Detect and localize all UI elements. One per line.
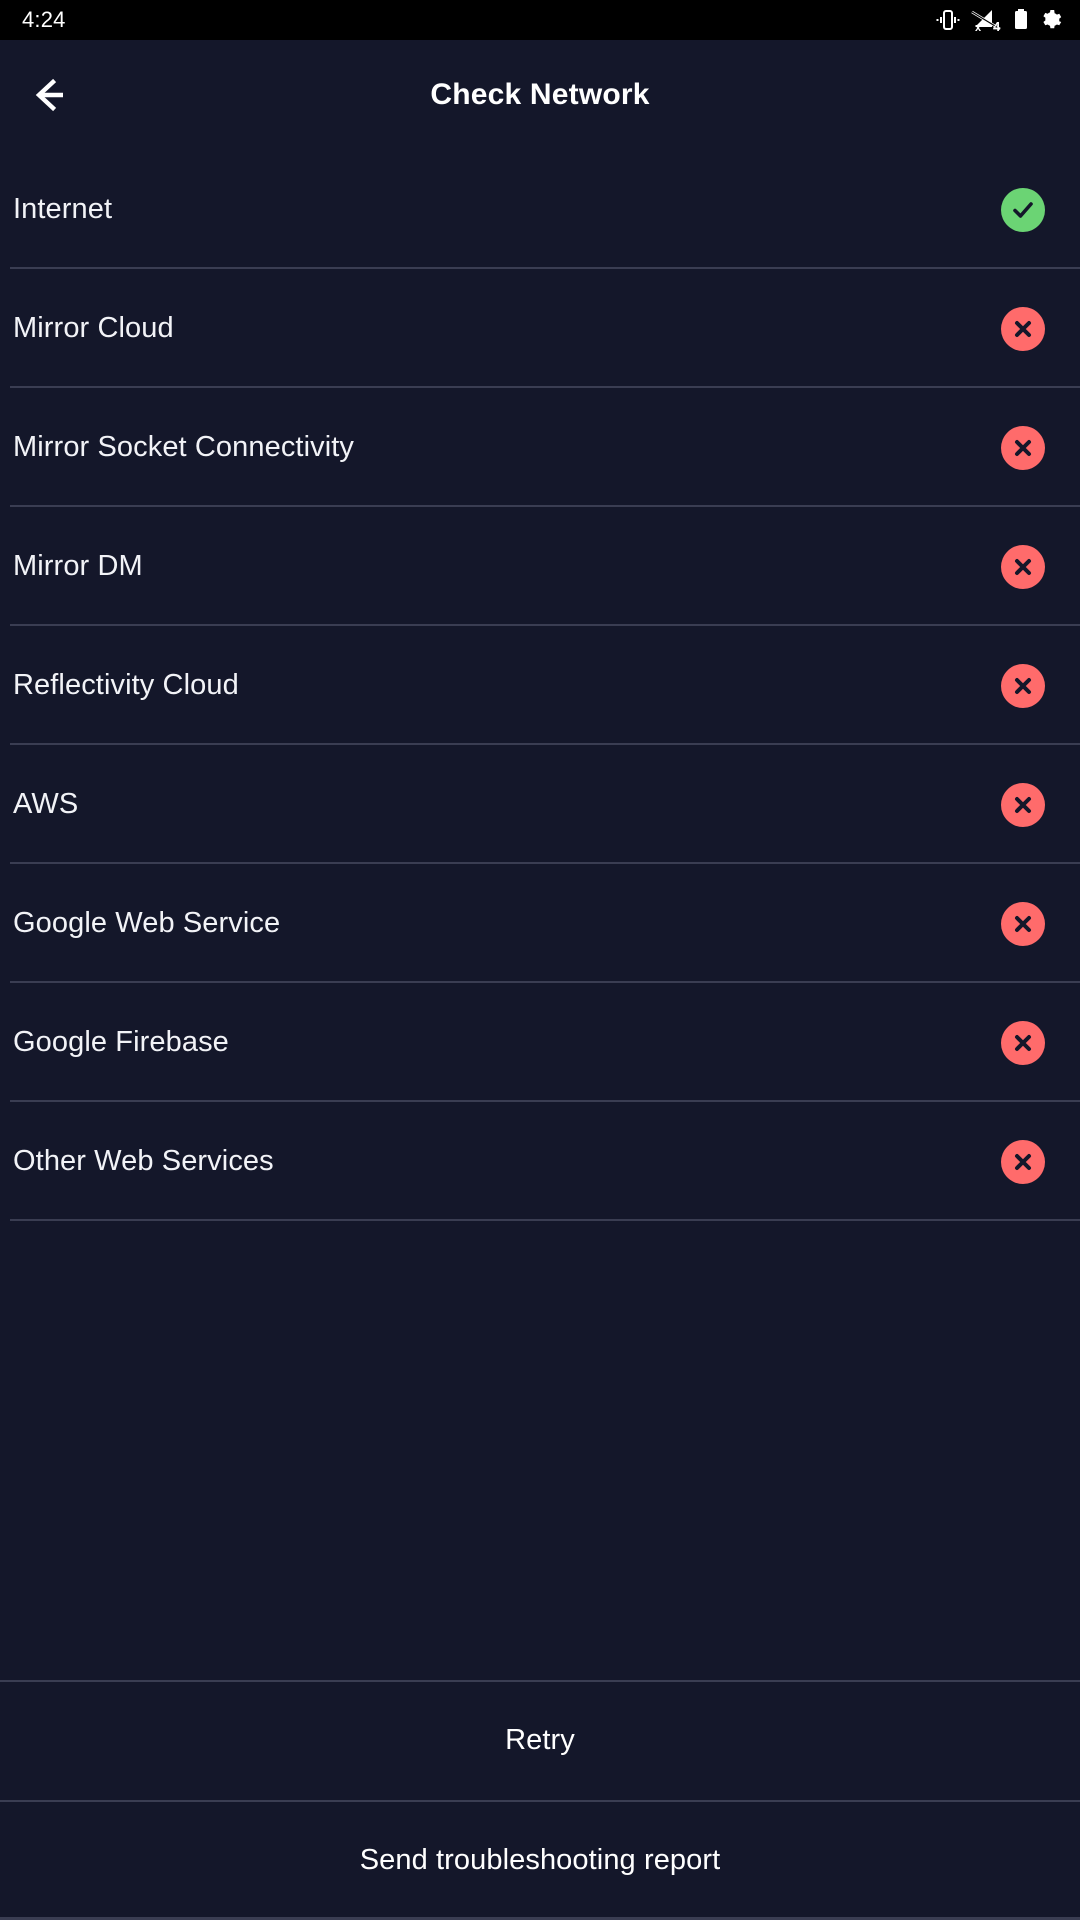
check-label: Mirror Socket Connectivity: [13, 431, 355, 463]
table-row[interactable]: Google Firebase: [0, 983, 1080, 1102]
x-circle-icon: [1001, 306, 1045, 351]
send-troubleshooting-report-button[interactable]: Send troubleshooting report: [0, 1800, 1080, 1920]
arrow-left-icon: [27, 72, 73, 118]
table-row[interactable]: Internet: [0, 150, 1080, 269]
check-label: Other Web Services: [13, 1145, 274, 1177]
gear-icon: [1038, 8, 1062, 32]
svg-text:x: x: [975, 22, 982, 32]
x-circle-icon: [1001, 544, 1045, 589]
table-row[interactable]: Mirror Socket Connectivity: [0, 388, 1080, 507]
retry-button-label: Retry: [505, 1723, 575, 1756]
mobile-data-off-4g-icon: x 4: [970, 8, 1004, 32]
check-label: Google Web Service: [13, 907, 281, 939]
check-label: Reflectivity Cloud: [13, 669, 239, 701]
app-bar: Check Network: [0, 40, 1080, 150]
x-circle-icon: [1001, 782, 1045, 827]
x-circle-icon: [1001, 1139, 1045, 1184]
check-circle-icon: [1001, 187, 1045, 232]
svg-text:4: 4: [993, 19, 1001, 32]
x-circle-icon: [1001, 1020, 1045, 1065]
network-check-list: Internet Mirror Cloud Mirror Socket Conn…: [0, 150, 1080, 1680]
table-row[interactable]: Google Web Service: [0, 864, 1080, 983]
page-title: Check Network: [430, 78, 650, 111]
back-button[interactable]: [14, 59, 86, 131]
list-empty-space: [0, 1221, 1080, 1680]
status-bar-clock: 4:24: [22, 7, 66, 32]
send-troubleshooting-report-label: Send troubleshooting report: [359, 1843, 721, 1876]
table-row[interactable]: Reflectivity Cloud: [0, 626, 1080, 745]
x-circle-icon: [1001, 425, 1045, 470]
check-label: Google Firebase: [13, 1026, 229, 1058]
retry-button[interactable]: Retry: [0, 1680, 1080, 1800]
x-circle-icon: [1001, 901, 1045, 946]
check-label: AWS: [13, 788, 79, 820]
table-row[interactable]: Other Web Services: [0, 1102, 1080, 1221]
battery-icon: [1013, 8, 1029, 32]
table-row[interactable]: Mirror Cloud: [0, 269, 1080, 388]
check-label: Internet: [13, 193, 113, 225]
check-label: Mirror DM: [13, 550, 143, 582]
status-bar-icons: x 4: [935, 8, 1062, 32]
vibrate-icon: [935, 8, 961, 32]
x-circle-icon: [1001, 663, 1045, 708]
table-row[interactable]: Mirror DM: [0, 507, 1080, 626]
status-bar: 4:24 x 4: [0, 0, 1080, 40]
bottom-actions: Retry Send troubleshooting report: [0, 1680, 1080, 1920]
check-label: Mirror Cloud: [13, 312, 174, 344]
table-row[interactable]: AWS: [0, 745, 1080, 864]
